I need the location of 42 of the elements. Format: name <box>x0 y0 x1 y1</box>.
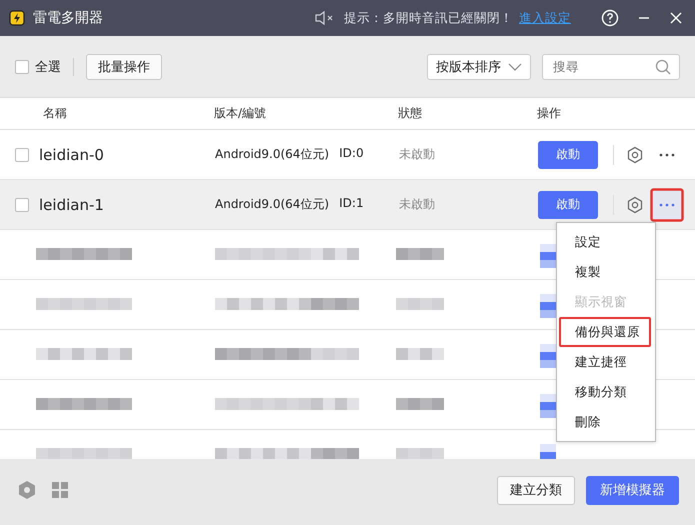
column-header: 名稱 <box>43 105 67 122</box>
id-text: ID:1 <box>339 196 364 212</box>
menu-item[interactable]: 複製 <box>559 257 651 287</box>
search-icon <box>655 58 671 74</box>
emulator-name: leidian-1 <box>39 196 104 214</box>
add-emulator-button[interactable]: 新增模擬器 <box>586 476 679 504</box>
version-text: Android9.0(64位元) <box>215 196 330 213</box>
hexagon-icon[interactable] <box>17 480 37 500</box>
emulator-name: leidian-0 <box>39 146 104 164</box>
create-category-button[interactable]: 建立分類 <box>497 476 575 504</box>
menu-item[interactable]: 刪除 <box>559 407 651 437</box>
help-icon[interactable] <box>601 9 619 27</box>
select-all-label: 全選 <box>35 58 61 76</box>
column-header: 版本/編號 <box>214 105 266 122</box>
status-text: 未啟動 <box>399 197 435 211</box>
version-text: Android9.0(64位元) <box>215 146 330 163</box>
start-button[interactable]: 啟動 <box>538 140 598 168</box>
emulator-row[interactable]: leidian-1 Android9.0(64位元) ID:1 未啟動 啟動 <box>0 180 695 230</box>
sort-dropdown[interactable]: 按版本排序 <box>427 54 531 80</box>
menu-item[interactable]: 移動分類 <box>559 377 651 407</box>
select-all-checkbox[interactable] <box>15 60 29 74</box>
id-text: ID:0 <box>339 146 364 162</box>
more-icon[interactable] <box>650 188 684 222</box>
hexagon-settings-icon[interactable] <box>626 146 644 164</box>
notice-text: 提示：多開時音訊已經關閉！ <box>344 10 513 26</box>
menu-item[interactable]: 設定 <box>559 227 651 257</box>
menu-item[interactable]: 備份與還原 <box>559 317 651 347</box>
menu-item[interactable]: 建立捷徑 <box>559 347 651 377</box>
batch-operation-button[interactable]: 批量操作 <box>86 54 162 80</box>
row-checkbox[interactable] <box>15 198 29 212</box>
start-button[interactable]: 啟動 <box>538 190 598 218</box>
column-header: 狀態 <box>398 105 422 122</box>
close-icon[interactable] <box>669 11 683 25</box>
row-checkbox[interactable] <box>15 148 29 162</box>
column-header: 操作 <box>537 105 561 122</box>
hexagon-settings-icon[interactable] <box>626 196 644 214</box>
window-title: 雷電多開器 <box>33 9 103 27</box>
bolt-logo-icon <box>9 10 25 26</box>
search-field[interactable]: 搜尋 <box>542 54 680 80</box>
chevron-down-icon <box>508 62 522 70</box>
grid-icon[interactable] <box>51 481 69 499</box>
status-text: 未啟動 <box>399 147 435 161</box>
